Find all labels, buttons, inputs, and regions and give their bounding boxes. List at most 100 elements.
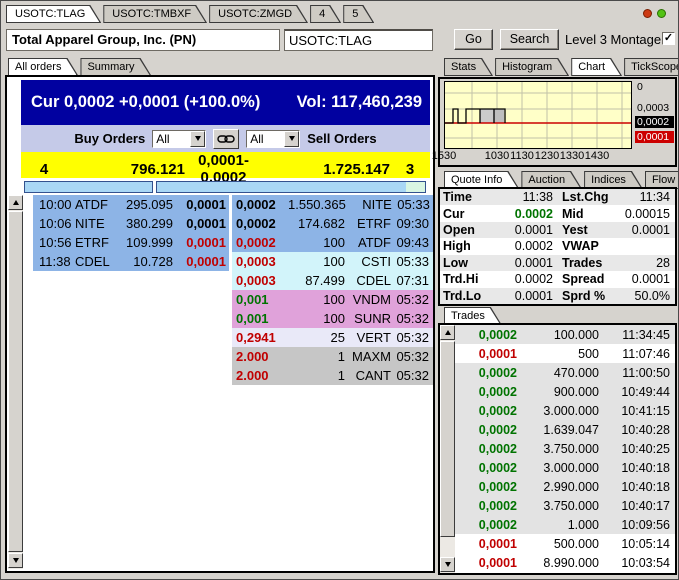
ask-price: 0,0002 xyxy=(232,235,288,250)
chevron-down-icon xyxy=(195,136,201,141)
quote-value: 0.0002 xyxy=(492,272,558,286)
trade-row[interactable]: 0,0002 1.000 10:09:56 xyxy=(455,515,675,534)
ask-size: 1.550.365 xyxy=(288,197,346,212)
ask-order-row[interactable]: 0,0002 1.550.365 NITE 05:33 xyxy=(232,195,433,214)
trade-row[interactable]: 0,0002 1.639.047 10:40:28 xyxy=(455,420,675,439)
bid-price: 0,0001 xyxy=(173,216,229,231)
trade-row[interactable]: 0,0001 8.990.000 10:03:54 xyxy=(455,553,675,572)
buy-filter-dropdown-button[interactable] xyxy=(190,131,205,147)
trade-row[interactable]: 0,0002 3.750.000 10:40:17 xyxy=(455,496,675,515)
scrollbar-thumb[interactable] xyxy=(8,211,23,552)
arrow-down-icon xyxy=(13,558,19,563)
symbol-tab[interactable]: USOTC:TMBXF xyxy=(103,5,207,23)
symbol-input[interactable] xyxy=(284,29,433,51)
quote-tab-label: Indices xyxy=(585,172,641,188)
sell-filter-select[interactable]: All xyxy=(246,130,300,148)
quote-label: Spread xyxy=(558,272,622,286)
ask-time: 05:32 xyxy=(391,311,433,326)
analysis-tab[interactable]: Histogram xyxy=(495,58,569,76)
buy-filter-select[interactable]: All xyxy=(152,130,206,148)
ask-time: 05:32 xyxy=(391,349,433,364)
search-button[interactable]: Search xyxy=(500,29,559,50)
orders-tab[interactable]: Summary xyxy=(80,58,151,76)
cur-price-text: Cur 0,0002 +0,0001 (+100.0%) xyxy=(31,93,260,112)
company-title: Total Apparel Group, Inc. (PN) xyxy=(6,29,280,51)
symbol-tab-label: 4 xyxy=(311,6,339,22)
trade-row[interactable]: 0,0002 3.750.000 10:40:25 xyxy=(455,439,675,458)
trade-row[interactable]: 0,0002 900.000 10:49:44 xyxy=(455,382,675,401)
trade-row[interactable]: 0,0002 100.000 11:34:45 xyxy=(455,325,675,344)
ask-order-row[interactable]: 0,2941 25 VERT 05:32 xyxy=(232,328,433,347)
trades-scrollbar[interactable] xyxy=(440,325,455,573)
ask-order-row[interactable]: 0,001 100 VNDM 05:32 xyxy=(232,290,433,309)
trade-row[interactable]: 0,0002 2.990.000 10:40:18 xyxy=(455,477,675,496)
ask-order-row[interactable]: 2.000 1 CANT 05:32 xyxy=(232,366,433,385)
symbol-tab[interactable]: USOTC:TLAG xyxy=(6,5,101,23)
trade-time: 10:03:54 xyxy=(599,556,675,570)
scroll-up-button[interactable] xyxy=(8,195,23,210)
symbol-tab[interactable]: 4 xyxy=(310,5,341,23)
bid-order-row[interactable]: 10:56 ETRF 109.999 0,0001 xyxy=(33,233,229,252)
trades-panel: 0,0002 100.000 11:34:45 0,0001 500 11:07… xyxy=(438,323,677,575)
level3-montage-checkbox[interactable]: ✓ xyxy=(662,32,675,45)
ask-time: 05:33 xyxy=(392,197,434,212)
scroll-down-button[interactable] xyxy=(440,557,455,572)
symbol-tab[interactable]: 5 xyxy=(343,5,374,23)
ask-mpid: MAXM xyxy=(345,349,391,364)
symbol-tab[interactable]: USOTC:ZMGD xyxy=(209,5,308,23)
ask-size: 100 xyxy=(288,254,345,269)
trade-size: 3.000.000 xyxy=(521,461,599,475)
trade-price: 0,0002 xyxy=(455,328,521,342)
analysis-tab-bar: Stats Histogram Chart TickScope xyxy=(444,58,679,76)
quote-value: 28 xyxy=(622,256,675,270)
arrow-up-icon xyxy=(445,330,451,335)
trade-time: 10:40:18 xyxy=(599,480,675,494)
y-axis-label: 0 xyxy=(635,81,674,93)
scroll-down-button[interactable] xyxy=(8,553,23,568)
analysis-tab[interactable]: Stats xyxy=(444,58,493,76)
quote-value: 11:34 xyxy=(622,190,675,204)
sell-filter-dropdown-button[interactable] xyxy=(284,131,299,147)
trade-row[interactable]: 0,0001 500 11:07:46 xyxy=(455,344,675,363)
quote-info-row: Trd.Hi 0.0002 Spread 0.0001 xyxy=(440,271,675,287)
ask-order-row[interactable]: 0,0002 174.682 ETRF 09:30 xyxy=(232,214,433,233)
ask-order-row[interactable]: 0,0002 100 ATDF 09:43 xyxy=(232,233,433,252)
ask-order-row[interactable]: 0,0003 100 CSTI 05:33 xyxy=(232,252,433,271)
scroll-up-button[interactable] xyxy=(440,325,455,340)
trade-time: 10:40:25 xyxy=(599,442,675,456)
link-filters-button[interactable] xyxy=(213,129,239,149)
y-axis-label: 0,0002 xyxy=(635,116,674,128)
bid-time: 10:06 xyxy=(33,216,75,231)
sell-total-size: 1.725.147 xyxy=(262,161,390,178)
trade-price: 0,0001 xyxy=(455,556,521,570)
orders-tab[interactable]: All orders xyxy=(8,58,78,76)
bid-order-row[interactable]: 10:06 NITE 380.299 0,0001 xyxy=(33,214,229,233)
analysis-tab-label: TickScope xyxy=(625,59,679,75)
trade-row[interactable]: 0,0001 500.000 10:05:14 xyxy=(455,534,675,553)
scrollbar-thumb[interactable] xyxy=(440,341,455,537)
buy-orders-label: Buy Orders xyxy=(74,131,145,146)
trade-row[interactable]: 0,0002 470.000 11:00:50 xyxy=(455,363,675,382)
trade-row[interactable]: 0,0002 3.000.000 10:41:15 xyxy=(455,401,675,420)
ask-order-row[interactable]: 0,0003 87.499 CDEL 07:31 xyxy=(232,271,433,290)
bid-order-row[interactable]: 11:38 CDEL 10.728 0,0001 xyxy=(33,252,229,271)
trade-size: 3.000.000 xyxy=(521,404,599,418)
ask-order-row[interactable]: 0,001 100 SUNR 05:32 xyxy=(232,309,433,328)
quote-label: Cur xyxy=(440,207,492,221)
trade-row[interactable]: 0,0002 3.000.000 10:40:18 xyxy=(455,458,675,477)
analysis-tab[interactable]: Chart xyxy=(571,58,622,76)
chart-y-axis: 0,00030,00020,00010 xyxy=(635,81,674,149)
trading-app-window: USOTC:TLAG USOTC:TMBXF USOTC:ZMGD 4 5 To… xyxy=(0,0,679,580)
ask-order-row[interactable]: 2.000 1 MAXM 05:32 xyxy=(232,347,433,366)
ask-mpid: ATDF xyxy=(345,235,391,250)
ask-price: 2.000 xyxy=(232,349,288,364)
go-button[interactable]: Go xyxy=(454,29,493,50)
trade-size: 3.750.000 xyxy=(521,442,599,456)
trade-price: 0,0001 xyxy=(455,347,521,361)
bid-order-row[interactable]: 10:00 ATDF 295.095 0,0001 xyxy=(33,195,229,214)
ask-mpid: NITE xyxy=(346,197,392,212)
montage-scrollbar[interactable] xyxy=(8,195,23,569)
ask-size: 1 xyxy=(288,349,345,364)
quote-label: Yest xyxy=(558,223,622,237)
analysis-tab[interactable]: TickScope xyxy=(624,58,679,76)
